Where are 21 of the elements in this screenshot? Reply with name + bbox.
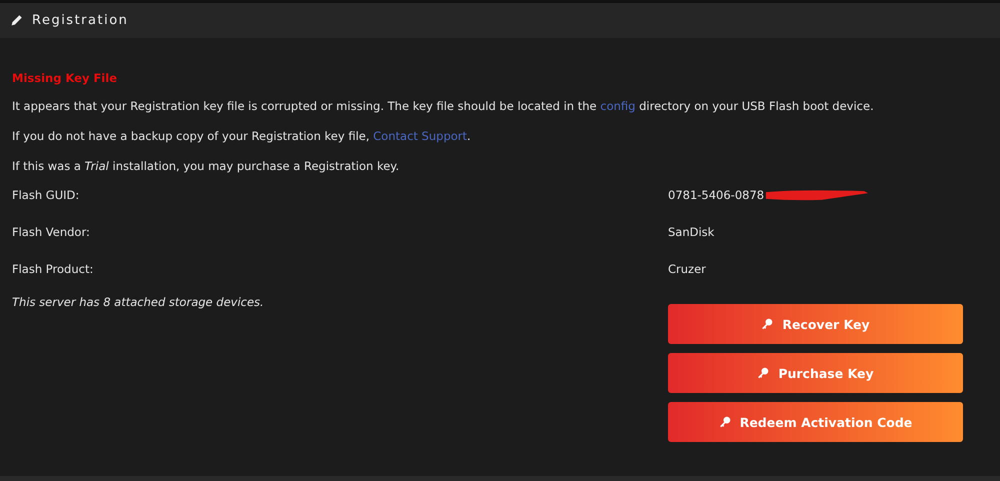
- key-icon: [761, 318, 774, 330]
- link[interactable]: Contact Support: [373, 129, 468, 143]
- panel-title: Registration: [32, 13, 128, 28]
- key-icon: [718, 416, 731, 428]
- action-button[interactable]: Purchase Key: [668, 353, 963, 393]
- paragraph: It appears that your Registration key file is corrupted or missing. The key file should be located in the config directory on your USB Flash boot device.: [12, 98, 875, 114]
- error-heading: Missing Key File: [12, 71, 118, 85]
- field-label: Flash Product:: [12, 262, 94, 276]
- action-button[interactable]: Recover Key: [668, 304, 963, 344]
- pencil-icon: [10, 14, 23, 27]
- field-value: SanDisk: [668, 225, 714, 239]
- field-value: 0781-5406-0878: [668, 188, 764, 202]
- field-value: Cruzer: [668, 262, 706, 276]
- paragraph: If you do not have a backup copy of your Registration key file, Contact Support.: [12, 128, 472, 144]
- key-icon: [757, 367, 770, 379]
- field-label: Flash Vendor:: [12, 225, 91, 239]
- action-button[interactable]: Redeem Activation Code: [668, 402, 963, 442]
- link[interactable]: config: [600, 99, 636, 113]
- storage-note: This server has 8 attached storage devices.: [12, 295, 265, 311]
- field-label: Flash GUID:: [12, 188, 80, 202]
- paragraph: If this was a Trial installation, you may purchase a Registration key.: [12, 158, 400, 174]
